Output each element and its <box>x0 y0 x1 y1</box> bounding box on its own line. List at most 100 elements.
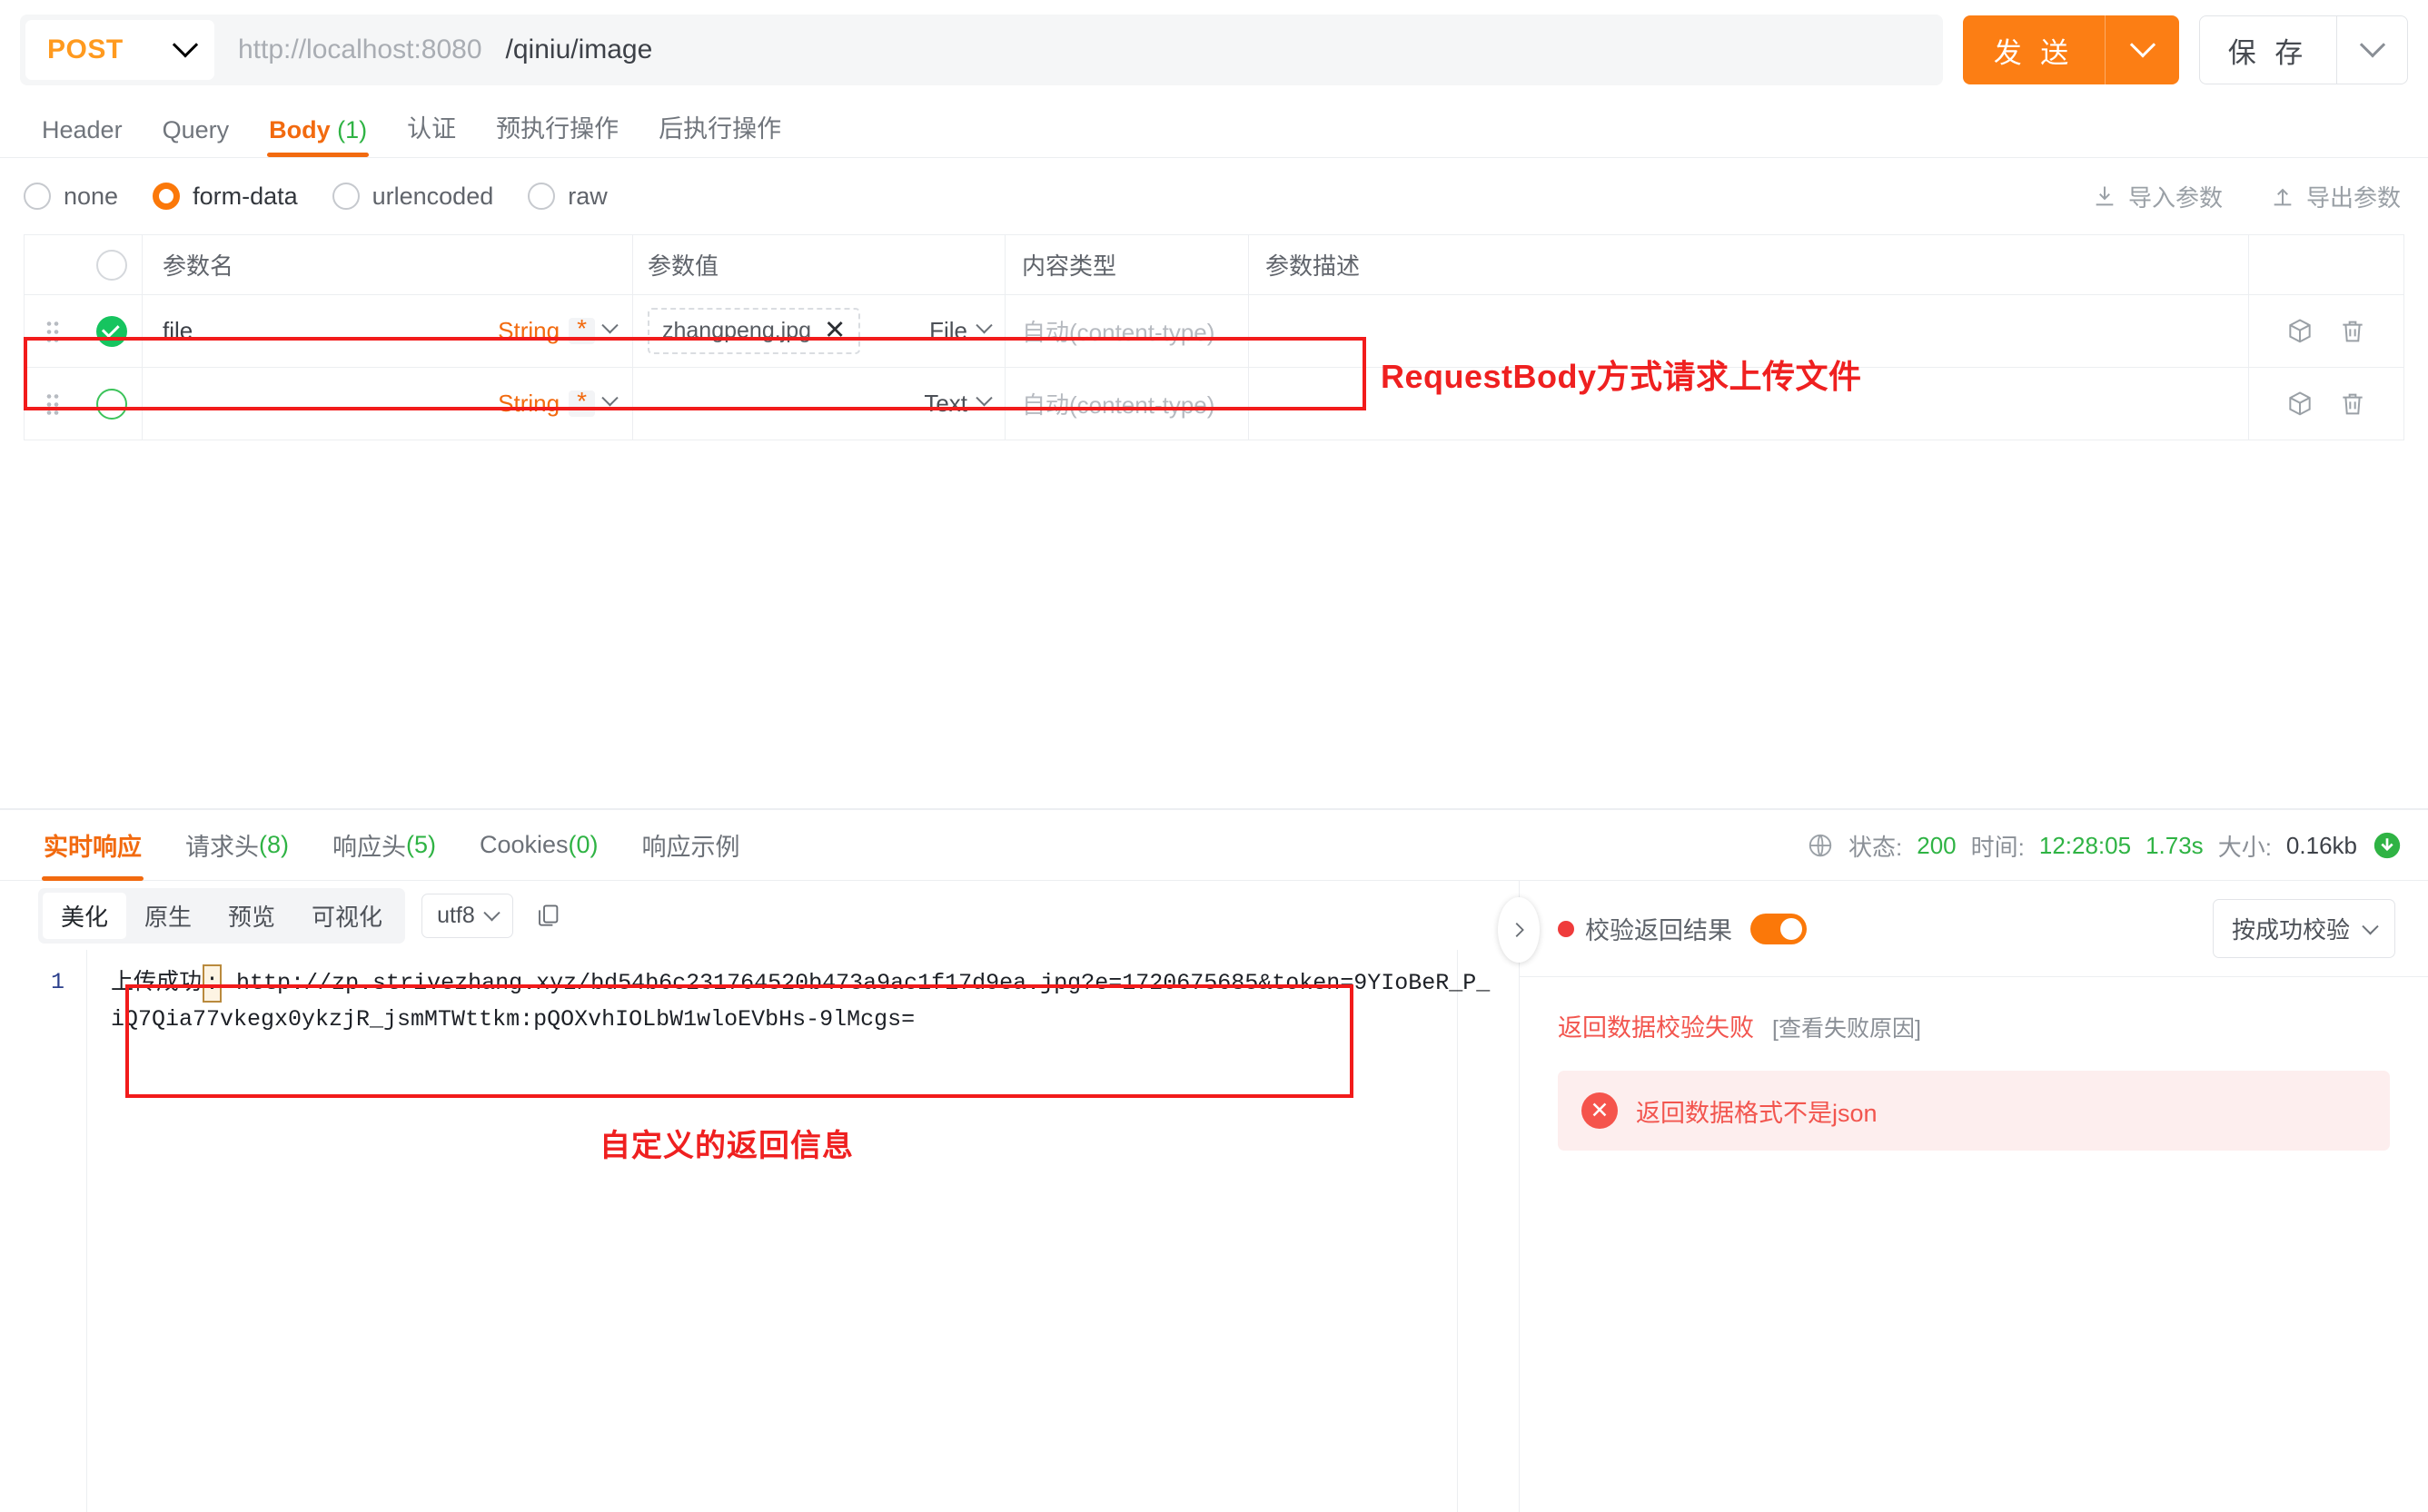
check-circle-icon[interactable] <box>95 388 127 420</box>
tab-label: Cookies <box>480 831 569 858</box>
content-type-input[interactable]: 自动(content-type) <box>1022 314 1214 348</box>
param-name-input[interactable]: file <box>163 317 193 345</box>
response-body-text[interactable]: 上传成功: http://zp.strivezhang.xyz/bd54b6c2… <box>104 959 1501 1043</box>
validation-header: 校验返回结果 按成功校验 <box>1520 881 2428 977</box>
tab-query[interactable]: Query <box>143 116 250 157</box>
globe-icon <box>1807 832 1834 859</box>
header-param-name: 参数名 <box>143 235 633 294</box>
value-kind-label[interactable]: File <box>929 317 967 345</box>
response-tab-examples[interactable]: 响应示例 <box>620 810 762 881</box>
status-dot-icon <box>1558 920 1574 937</box>
save-options-button[interactable] <box>2336 16 2407 84</box>
status-code: 200 <box>1917 831 1957 859</box>
row-content-type-cell[interactable]: 自动(content-type) <box>1006 368 1249 440</box>
delete-row-icon[interactable] <box>2338 390 2367 419</box>
download-response-icon[interactable] <box>2372 830 2403 861</box>
validation-toggle[interactable] <box>1750 913 1807 944</box>
validation-failure-row: 返回数据校验失败 [查看失败原因] <box>1558 1008 2390 1043</box>
radio-raw[interactable]: raw <box>528 183 608 211</box>
save-button-group: 保 存 <box>2199 15 2408 84</box>
view-failure-reason-link[interactable]: [查看失败原因] <box>1772 1011 1921 1043</box>
response-tab-request-headers[interactable]: 请求头 (8) <box>164 810 311 881</box>
body-type-radio-group: none form-data urlencoded raw 导入参数 导出参数 <box>0 158 2428 234</box>
chevron-down-icon <box>2359 32 2385 58</box>
delete-row-icon[interactable] <box>2338 317 2367 346</box>
radio-none[interactable]: none <box>24 183 118 211</box>
chevron-down-icon <box>601 316 619 333</box>
row-drag-cell[interactable] <box>25 295 81 367</box>
url-host: http://localhost:8080 <box>238 35 482 64</box>
response-text-body: http://zp.strivezhang.xyz/bd54b6c2317645… <box>111 970 1491 1033</box>
encoding-select[interactable]: utf8 <box>421 893 513 938</box>
tab-label: 认证 <box>407 115 457 143</box>
column-header-label: 内容类型 <box>1022 252 1117 280</box>
import-params-label: 导入参数 <box>2127 183 2223 212</box>
editor-code-area[interactable]: 上传成功: http://zp.strivezhang.xyz/bd54b6c2… <box>87 950 1519 1512</box>
param-type-select[interactable]: String * <box>498 389 619 418</box>
drag-handle-icon[interactable] <box>45 391 60 416</box>
validation-title: 校验返回结果 <box>1585 917 1732 944</box>
send-options-button[interactable] <box>2105 15 2179 84</box>
row-param-value-cell[interactable]: zhangpeng.jpg ✕ File <box>633 295 1006 367</box>
response-tab-live[interactable]: 实时响应 <box>22 810 164 881</box>
response-tab-response-headers[interactable]: 响应头 (5) <box>311 810 458 881</box>
url-input[interactable]: http://localhost:8080 /qiniu/image <box>238 35 652 65</box>
remove-file-icon[interactable]: ✕ <box>824 318 846 344</box>
response-editor[interactable]: 1 上传成功: http://zp.strivezhang.xyz/bd54b6… <box>0 950 1519 1512</box>
view-mode-preview[interactable]: 预览 <box>210 893 293 939</box>
radio-form-data[interactable]: form-data <box>153 183 298 211</box>
mock-cube-icon[interactable] <box>2285 317 2314 346</box>
validation-mode-select[interactable]: 按成功校验 <box>2212 899 2395 958</box>
response-tabs: 实时响应 请求头 (8) 响应头 (5) Cookies (0) 响应示例 状态: 2… <box>0 810 2428 881</box>
validation-pane: 校验返回结果 按成功校验 返回数据校验失败 [查看失败原因] ✕ 返回数据格式不… <box>1498 881 2428 1512</box>
row-enable-cell[interactable] <box>81 368 143 440</box>
response-annotation-label: 自定义的返回信息 <box>600 1129 854 1163</box>
text-cursor: : <box>203 964 223 1003</box>
row-param-name-cell[interactable]: String * <box>143 368 633 440</box>
row-param-name-cell[interactable]: file String * <box>143 295 633 367</box>
radio-label: urlencoded <box>372 182 494 210</box>
row-content-type-cell[interactable]: 自动(content-type) <box>1006 295 1249 367</box>
http-method-select[interactable]: POST <box>25 20 214 80</box>
url-field[interactable]: POST http://localhost:8080 /qiniu/image <box>20 15 1943 85</box>
response-tab-cookies[interactable]: Cookies (0) <box>458 810 620 881</box>
table-row: file String * zhangpeng.jpg ✕ File 自动(co… <box>25 295 2403 368</box>
check-circle-icon[interactable] <box>95 315 127 347</box>
save-button[interactable]: 保 存 <box>2200 16 2336 84</box>
time-label: 时间: <box>1970 833 2025 861</box>
table-header-row: 参数名 参数值 内容类型 参数描述 <box>25 235 2403 295</box>
send-button[interactable]: 发 送 <box>1963 15 2105 84</box>
view-mode-visualize[interactable]: 可视化 <box>293 893 401 939</box>
select-all-checkbox-icon[interactable] <box>95 249 127 281</box>
import-params-button[interactable]: 导入参数 <box>2092 180 2223 213</box>
value-kind-label[interactable]: Text <box>924 390 967 418</box>
radio-circle-icon <box>332 183 360 210</box>
export-params-button[interactable]: 导出参数 <box>2270 180 2401 213</box>
upload-icon <box>2274 188 2292 206</box>
tab-auth[interactable]: 认证 <box>387 109 476 157</box>
tab-header[interactable]: Header <box>22 116 143 157</box>
tab-label: 响应头 <box>332 834 406 861</box>
tab-pre-script[interactable]: 预执行操作 <box>476 109 639 157</box>
content-type-input[interactable]: 自动(content-type) <box>1022 387 1214 420</box>
row-drag-cell[interactable] <box>25 368 81 440</box>
view-mode-raw[interactable]: 原生 <box>126 893 210 939</box>
view-mode-beautify[interactable]: 美化 <box>43 892 127 939</box>
row-param-value-cell[interactable]: Text <box>633 368 1006 440</box>
param-io-actions: 导入参数 导出参数 <box>2092 158 2401 234</box>
radio-urlencoded[interactable]: urlencoded <box>332 182 494 211</box>
tab-body[interactable]: Body (1) <box>249 116 387 157</box>
file-chip[interactable]: zhangpeng.jpg ✕ <box>648 308 861 354</box>
header-param-desc: 参数描述 <box>1249 235 2249 294</box>
file-name-label: zhangpeng.jpg <box>662 318 812 343</box>
row-enable-cell[interactable] <box>81 295 143 367</box>
tab-post-script[interactable]: 后执行操作 <box>639 109 801 157</box>
collapse-panel-button[interactable] <box>1498 897 1540 963</box>
drag-handle-icon[interactable] <box>45 319 60 343</box>
param-type-select[interactable]: String * <box>498 316 619 345</box>
copy-response-button[interactable] <box>535 902 562 929</box>
tab-count: (8) <box>259 831 289 858</box>
select-all-cell[interactable] <box>81 235 143 294</box>
mock-cube-icon[interactable] <box>2285 390 2314 419</box>
response-text-prefix: 上传成功 <box>111 969 203 994</box>
